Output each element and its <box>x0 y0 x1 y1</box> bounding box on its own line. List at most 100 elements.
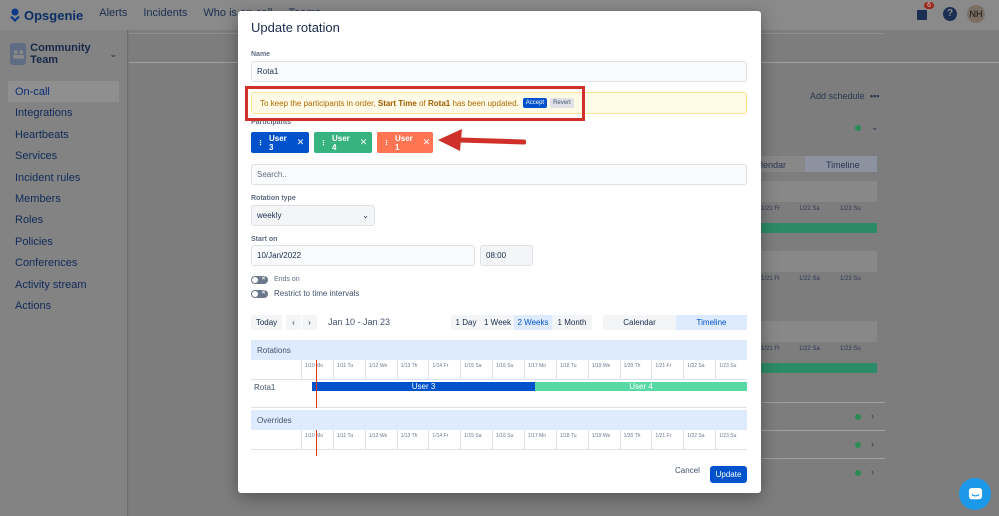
drag-handle-icon[interactable]: ⋮ <box>257 139 264 147</box>
timeline-day-label: 1/17 Mo <box>524 430 556 450</box>
current-time-indicator <box>316 360 317 408</box>
nav-alerts[interactable]: Alerts <box>99 7 127 23</box>
remove-icon[interactable]: ✕ <box>297 137 305 148</box>
participant-chip-user-1[interactable]: ⋮ User 1 ✕ <box>377 132 433 153</box>
overrides-section-header: Overrides <box>251 410 747 430</box>
chevron-right-icon[interactable]: › <box>871 439 874 449</box>
sidebar-item-policies[interactable]: Policies <box>0 231 127 252</box>
calendar-tab-background: lendar <box>761 160 787 170</box>
ends-on-label: Ends on <box>274 276 300 283</box>
timeline-day-label: 1/13 Th <box>396 430 429 450</box>
team-icon <box>10 43 27 65</box>
opsgenie-logo[interactable]: Opsgenie <box>10 8 83 23</box>
start-time-input[interactable]: 08:00 <box>480 245 533 266</box>
help-icon[interactable]: ? <box>943 7 957 21</box>
timeline-day-label: 1/20 Th <box>619 360 652 380</box>
sidebar-item-actions[interactable]: Actions <box>0 295 127 316</box>
mode-calendar[interactable]: Calendar <box>603 315 676 330</box>
timeline-day-label: 1/16 Su <box>492 430 524 450</box>
rotation-row-label: Rota1 <box>254 383 276 392</box>
view-2-weeks[interactable]: 2 Weeks <box>514 315 552 330</box>
rotation-type-select[interactable]: weekly ⌄ <box>251 205 375 226</box>
status-dot <box>855 414 861 420</box>
participant-chip-user-3[interactable]: ⋮ User 3 ✕ <box>251 132 309 153</box>
start-date-input[interactable]: 10/Jan/2022 <box>251 245 475 266</box>
view-1-week[interactable]: 1 Week <box>481 315 514 330</box>
timeline-day-label: 1/21 Fr <box>651 430 683 450</box>
sidebar-item-activity-stream[interactable]: Activity stream <box>0 274 127 295</box>
timeline-day-label: 1/15 Sa <box>460 360 492 380</box>
status-dot <box>855 470 861 476</box>
overrides-day-ticks: 1/10 Mo 1/11 Tu 1/12 We 1/13 Th 1/14 Fr 1/15 … <box>301 430 747 450</box>
next-range-button[interactable]: › <box>302 315 317 330</box>
view-1-day[interactable]: 1 Day <box>451 315 481 330</box>
timeline-day-label: 1/19 We <box>587 430 620 450</box>
cancel-button[interactable]: Cancel <box>675 466 700 475</box>
sidebar-item-members[interactable]: Members <box>0 188 127 209</box>
restrict-intervals-label: Restrict to time intervals <box>274 289 360 298</box>
modal-title: Update rotation <box>251 20 340 35</box>
date-range-label: Jan 10 - Jan 23 <box>328 317 391 327</box>
timeline-day-label: 1/17 Mo <box>524 360 556 380</box>
chevron-down-icon[interactable]: ⌄ <box>871 122 879 133</box>
view-1-month[interactable]: 1 Month <box>552 315 592 330</box>
sidebar-item-conferences[interactable]: Conferences <box>0 252 127 273</box>
timeline-day-label: 1/20 Th <box>619 430 652 450</box>
remove-icon[interactable]: ✕ <box>423 137 431 148</box>
timeline-day-ticks: 1/10 Mo 1/11 Tu 1/12 We 1/13 Th 1/14 Fr 1/15 … <box>301 360 747 380</box>
status-dot <box>855 442 861 448</box>
sidebar-item-heartbeats[interactable]: Heartbeats <box>0 124 127 145</box>
rotation-bar-user-3[interactable]: User 3 <box>312 382 535 391</box>
timeline-day-label: 1/16 Su <box>492 360 524 380</box>
update-rotation-modal: Update rotation Name Rota1 To keep the p… <box>238 11 761 493</box>
remove-icon[interactable]: ✕ <box>360 137 368 148</box>
app-name: Opsgenie <box>24 7 84 23</box>
restrict-intervals-toggle[interactable]: ✕ <box>251 290 268 298</box>
timeline-tab-background: Timeline <box>826 160 860 170</box>
mode-timeline[interactable]: Timeline <box>676 315 747 330</box>
chevron-right-icon[interactable]: › <box>871 467 874 477</box>
chevron-right-icon[interactable]: › <box>871 411 874 421</box>
ends-on-toggle[interactable]: ✕ <box>251 276 268 284</box>
nav-incidents[interactable]: Incidents <box>143 7 187 23</box>
timeline-day-label: 1/21 Fr <box>651 360 683 380</box>
name-label: Name <box>251 51 271 58</box>
user-avatar[interactable]: NH <box>967 5 985 23</box>
rotation-bar-user-4[interactable]: User 4 <box>535 382 747 391</box>
sidebar-item-services[interactable]: Services <box>0 145 127 166</box>
timeline-day-label: 1/23 Su <box>715 360 747 380</box>
highlight-annotation-box <box>245 86 585 121</box>
current-time-indicator <box>316 430 317 456</box>
team-switcher[interactable]: Community Team ⌄ <box>0 30 127 78</box>
sidebar-item-incident-rules[interactable]: Incident rules <box>0 167 127 188</box>
drag-handle-icon[interactable]: ⋮ <box>383 139 390 147</box>
update-button[interactable]: Update <box>710 466 747 483</box>
notifications-button[interactable]: 6 <box>915 2 934 21</box>
rotation-type-label: Rotation type <box>251 195 296 202</box>
name-input[interactable]: Rota1 <box>251 61 747 82</box>
timeline-day-label: 1/11 Tu <box>332 430 365 450</box>
chevron-down-icon: ⌄ <box>362 211 369 220</box>
sidebar-item-integrations[interactable]: Integrations <box>0 102 127 123</box>
participant-search-input[interactable]: Search.. <box>251 164 747 185</box>
sidebar-item-on-call[interactable]: On-call <box>8 81 119 102</box>
annotation-arrow-icon <box>438 129 526 151</box>
participant-chip-user-4[interactable]: ⋮ User 4 ✕ <box>314 132 372 153</box>
add-schedule-button[interactable]: Add schedule <box>810 91 865 101</box>
drag-handle-icon[interactable]: ⋮ <box>320 139 327 147</box>
more-options-button[interactable]: ••• <box>870 91 879 101</box>
chat-icon <box>968 487 982 499</box>
top-right-actions: 6 ? NH <box>915 2 985 23</box>
previous-range-button[interactable]: ‹ <box>286 315 301 330</box>
timeline-day-label: 1/14 Fr <box>428 360 460 380</box>
timeline-day-label: 1/18 Tu <box>555 430 588 450</box>
timeline-day-label: 1/22 Sa <box>683 360 715 380</box>
timeline-day-label: 1/13 Th <box>396 360 429 380</box>
timeline-day-label: 1/18 Tu <box>555 360 588 380</box>
timeline-day-label: 1/19 We <box>587 360 620 380</box>
timeline-day-label: 1/23 Su <box>715 430 747 450</box>
chevron-down-icon: ⌄ <box>109 48 117 59</box>
today-button[interactable]: Today <box>251 315 282 330</box>
chat-support-button[interactable] <box>959 478 991 510</box>
sidebar-item-roles[interactable]: Roles <box>0 209 127 230</box>
